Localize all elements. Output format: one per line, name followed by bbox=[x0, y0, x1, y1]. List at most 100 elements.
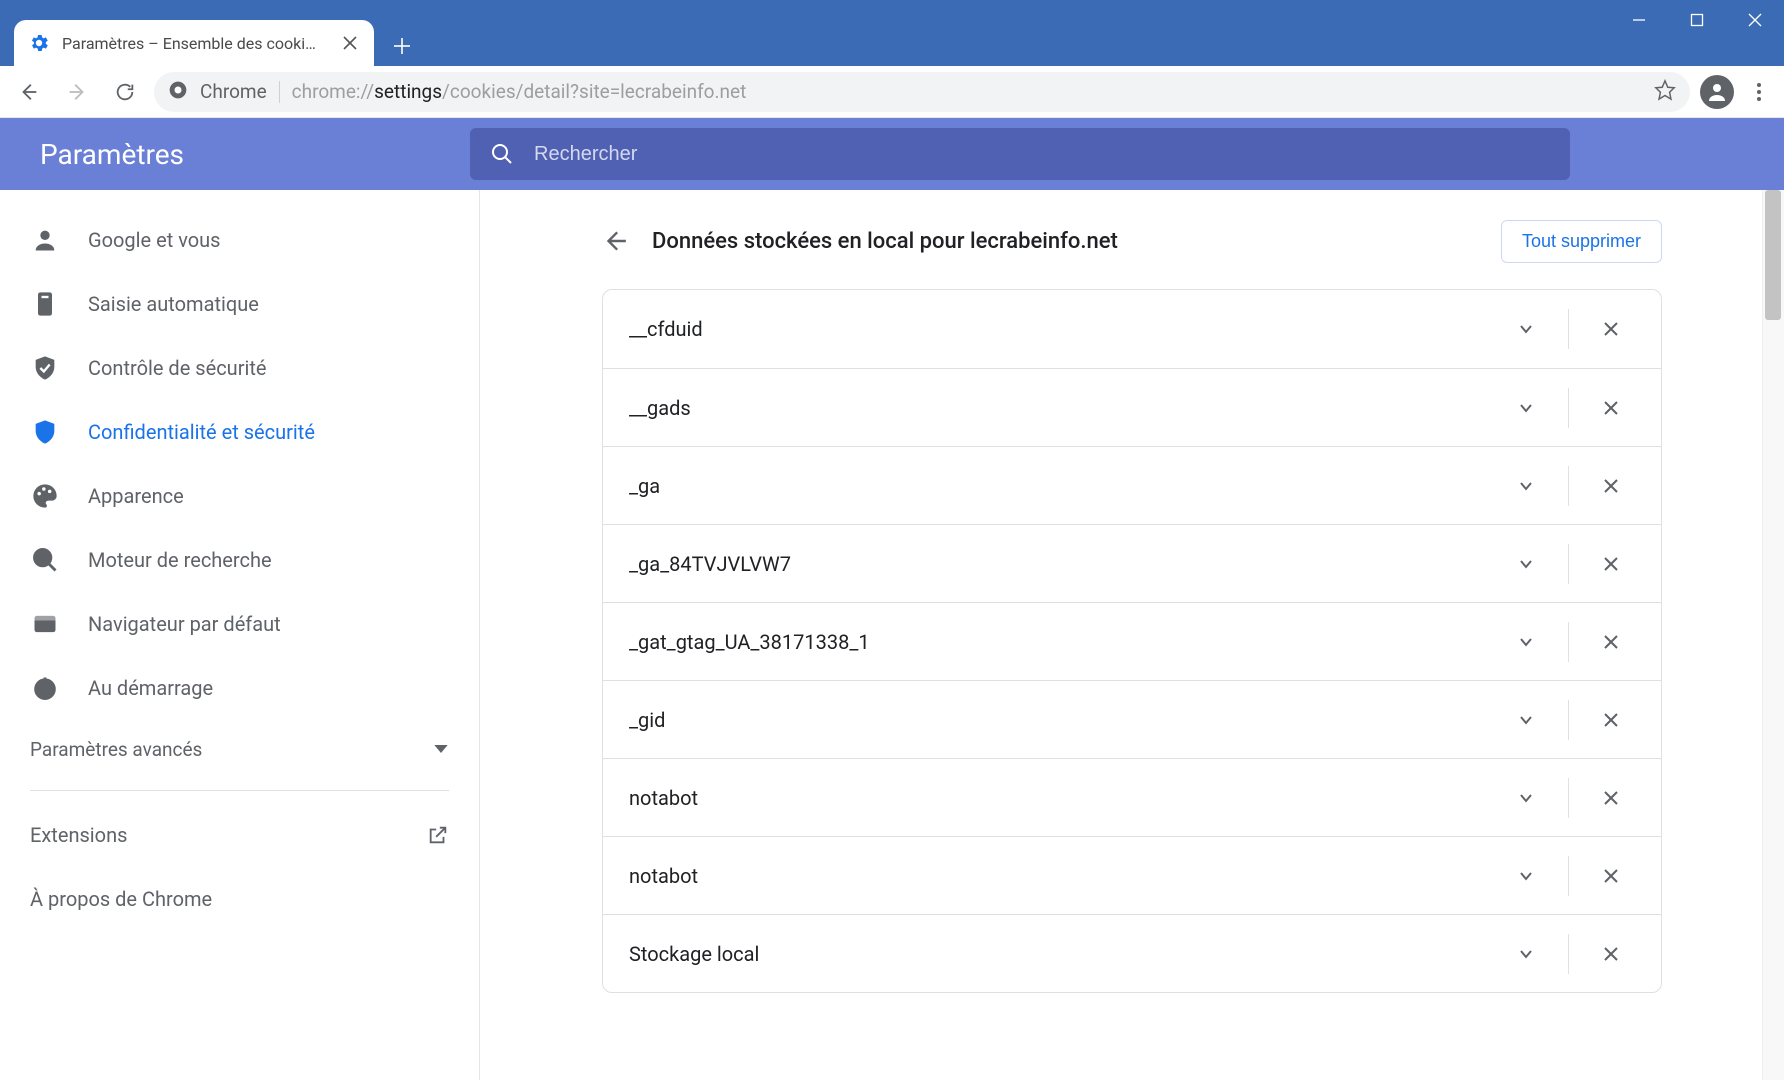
delete-cookie-button[interactable] bbox=[1587, 774, 1635, 822]
browser-menu-button[interactable] bbox=[1744, 73, 1774, 111]
expand-cookie-button[interactable] bbox=[1502, 384, 1550, 432]
delete-cookie-button[interactable] bbox=[1587, 618, 1635, 666]
expand-cookie-button[interactable] bbox=[1502, 618, 1550, 666]
delete-all-button[interactable]: Tout supprimer bbox=[1501, 220, 1662, 263]
cookie-row: _ga_84TVJVLVW7 bbox=[603, 524, 1661, 602]
google-icon bbox=[30, 225, 60, 255]
address-bar[interactable]: Chrome chrome://settings/cookies/detail?… bbox=[154, 72, 1690, 112]
expand-cookie-button[interactable] bbox=[1502, 852, 1550, 900]
sidebar-item-appearance[interactable]: Apparence bbox=[0, 464, 479, 528]
privacy-icon bbox=[30, 417, 60, 447]
delete-cookie-button[interactable] bbox=[1587, 540, 1635, 588]
sidebar-item-privacy[interactable]: Confidentialité et sécurité bbox=[0, 400, 479, 464]
cookie-name: _gat_gtag_UA_38171338_1 bbox=[629, 630, 1502, 654]
sidebar-item-label: Saisie automatique bbox=[88, 292, 259, 316]
cookie-name: _ga_84TVJVLVW7 bbox=[629, 552, 1502, 576]
sidebar-item-label: Contrôle de sécurité bbox=[88, 356, 267, 380]
tabstrip: Paramètres – Ensemble des cooki… bbox=[0, 18, 1784, 66]
titlebar bbox=[0, 0, 1784, 18]
vertical-divider bbox=[1568, 700, 1569, 740]
sidebar-item-google[interactable]: Google et vous bbox=[0, 208, 479, 272]
delete-cookie-button[interactable] bbox=[1587, 384, 1635, 432]
sidebar-item-defaultbrowser[interactable]: Navigateur par défaut bbox=[0, 592, 479, 656]
delete-cookie-button[interactable] bbox=[1587, 930, 1635, 978]
cookie-row: __gads bbox=[603, 368, 1661, 446]
vertical-divider bbox=[1568, 309, 1569, 349]
vertical-divider bbox=[1568, 466, 1569, 506]
delete-cookie-button[interactable] bbox=[1587, 852, 1635, 900]
cookie-name: __cfduid bbox=[629, 317, 1502, 341]
browser-tab[interactable]: Paramètres – Ensemble des cooki… bbox=[14, 20, 374, 66]
cookie-name: __gads bbox=[629, 396, 1502, 420]
settings-main: Données stockées en local pour lecrabein… bbox=[480, 190, 1784, 1080]
vertical-divider bbox=[1568, 388, 1569, 428]
page-header: Données stockées en local pour lecrabein… bbox=[602, 190, 1662, 289]
cookie-row: notabot bbox=[603, 836, 1661, 914]
vertical-divider bbox=[279, 81, 280, 103]
omnibox-scheme-label: Chrome bbox=[200, 80, 267, 103]
window-maximize-button[interactable] bbox=[1668, 0, 1726, 40]
search-icon bbox=[490, 142, 514, 166]
sidebar-item-label: Google et vous bbox=[88, 228, 221, 252]
startup-icon bbox=[30, 673, 60, 703]
window-controls bbox=[1610, 0, 1784, 40]
sidebar-item-label: Apparence bbox=[88, 484, 184, 508]
autofill-icon bbox=[30, 289, 60, 319]
cookie-name: notabot bbox=[629, 786, 1502, 810]
security-icon bbox=[30, 353, 60, 383]
vertical-divider bbox=[1568, 544, 1569, 584]
window-close-button[interactable] bbox=[1726, 0, 1784, 40]
cookie-name: _ga bbox=[629, 474, 1502, 498]
tab-title: Paramètres – Ensemble des cooki… bbox=[62, 34, 328, 53]
cookie-name: notabot bbox=[629, 864, 1502, 888]
sidebar-item-label: Moteur de recherche bbox=[88, 548, 272, 572]
page-back-button[interactable] bbox=[602, 228, 630, 256]
expand-cookie-button[interactable] bbox=[1502, 305, 1550, 353]
expand-cookie-button[interactable] bbox=[1502, 930, 1550, 978]
nav-back-button[interactable] bbox=[10, 73, 48, 111]
new-tab-button[interactable] bbox=[382, 26, 422, 66]
cookie-list: __cfduid __gads _ga _ga_84TVJVLVW7 _gat_gtag… bbox=[602, 289, 1662, 993]
nav-reload-button[interactable] bbox=[106, 73, 144, 111]
expand-cookie-button[interactable] bbox=[1502, 696, 1550, 744]
cookie-row: _gat_gtag_UA_38171338_1 bbox=[603, 602, 1661, 680]
expand-cookie-button[interactable] bbox=[1502, 540, 1550, 588]
vertical-divider bbox=[1568, 934, 1569, 974]
sidebar-item-security[interactable]: Contrôle de sécurité bbox=[0, 336, 479, 400]
settings-search[interactable] bbox=[470, 128, 1570, 180]
delete-cookie-button[interactable] bbox=[1587, 305, 1635, 353]
delete-cookie-button[interactable] bbox=[1587, 462, 1635, 510]
defaultbrowser-icon bbox=[30, 609, 60, 639]
cookie-row: _gid bbox=[603, 680, 1661, 758]
horizontal-divider bbox=[30, 790, 449, 791]
search-icon bbox=[30, 545, 60, 575]
bookmark-star-icon[interactable] bbox=[1654, 79, 1676, 105]
delete-cookie-button[interactable] bbox=[1587, 696, 1635, 744]
profile-avatar[interactable] bbox=[1700, 75, 1734, 109]
sidebar-about-link[interactable]: À propos de Chrome bbox=[0, 867, 479, 931]
appearance-icon bbox=[30, 481, 60, 511]
chrome-logo-icon bbox=[168, 80, 188, 104]
cookie-row: Stockage local bbox=[603, 914, 1661, 992]
browser-toolbar: Chrome chrome://settings/cookies/detail?… bbox=[0, 66, 1784, 118]
window-minimize-button[interactable] bbox=[1610, 0, 1668, 40]
page-title: Données stockées en local pour lecrabein… bbox=[652, 229, 1501, 254]
sidebar-item-autofill[interactable]: Saisie automatique bbox=[0, 272, 479, 336]
tab-close-button[interactable] bbox=[340, 33, 360, 53]
settings-header: Paramètres bbox=[0, 118, 1784, 190]
sidebar-advanced-toggle[interactable]: Paramètres avancés bbox=[0, 720, 479, 778]
expand-cookie-button[interactable] bbox=[1502, 462, 1550, 510]
expand-cookie-button[interactable] bbox=[1502, 774, 1550, 822]
sidebar-item-search[interactable]: Moteur de recherche bbox=[0, 528, 479, 592]
cookie-name: Stockage local bbox=[629, 942, 1502, 966]
caret-down-icon bbox=[433, 741, 449, 757]
scrollbar-track[interactable] bbox=[1762, 190, 1784, 1080]
settings-search-input[interactable] bbox=[534, 143, 1550, 166]
omnibox-url: chrome://settings/cookies/detail?site=le… bbox=[292, 80, 1642, 103]
scrollbar-thumb[interactable] bbox=[1765, 190, 1781, 320]
sidebar-extensions-link[interactable]: Extensions bbox=[0, 803, 479, 867]
settings-sidebar: Google et vous Saisie automatique Contrôle… bbox=[0, 190, 480, 1080]
sidebar-item-startup[interactable]: Au démarrage bbox=[0, 656, 479, 720]
nav-forward-button[interactable] bbox=[58, 73, 96, 111]
sidebar-item-label: Navigateur par défaut bbox=[88, 612, 281, 636]
